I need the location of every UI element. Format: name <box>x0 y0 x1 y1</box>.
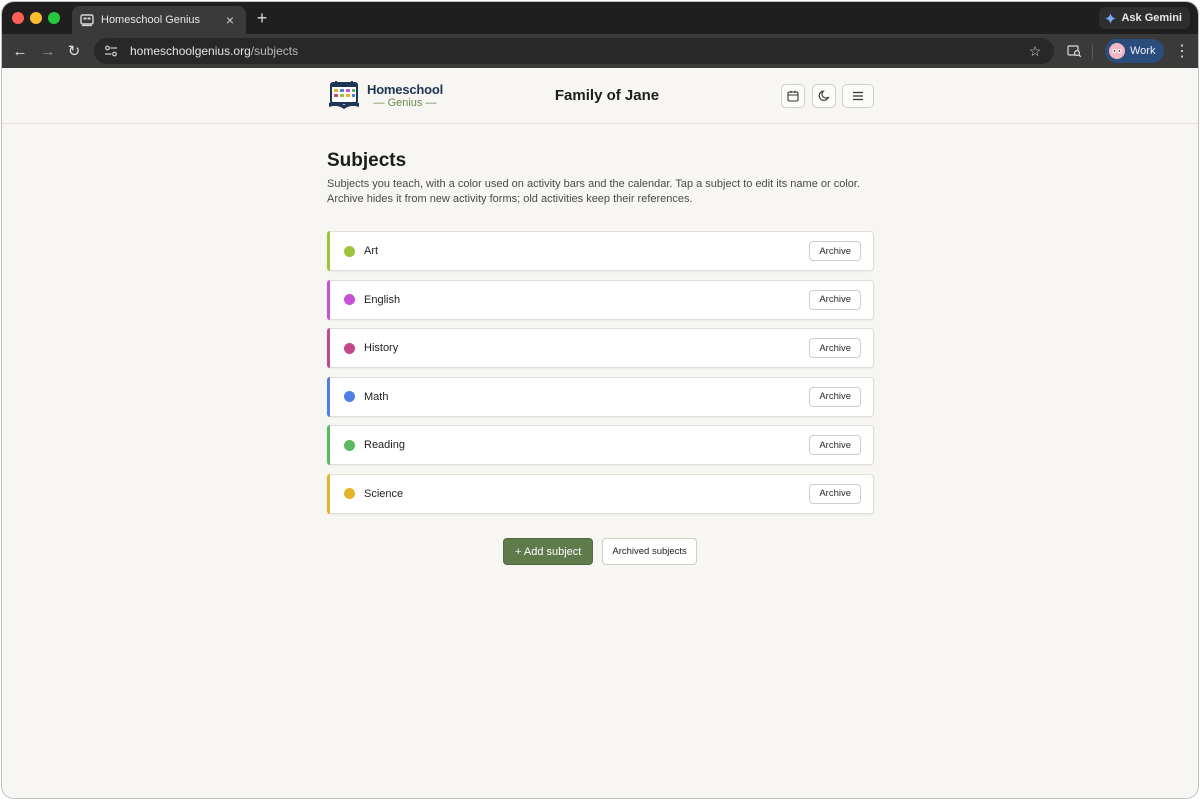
add-subject-button[interactable]: + Add subject <box>503 538 594 565</box>
browser-window: Homeschool Genius × + Ask Gemini ← → ↻ h… <box>2 2 1198 798</box>
page-description: Subjects you teach, with a color used on… <box>327 178 860 205</box>
subject-name: English <box>364 293 401 306</box>
subject-card-math[interactable]: Math Archive <box>327 376 874 417</box>
logo-homeschool: Homeschool <box>367 82 444 97</box>
subject-card-art[interactable]: Art Archive <box>327 231 874 271</box>
moon-icon <box>818 90 830 101</box>
archive-button[interactable]: Archive <box>809 289 861 310</box>
site-header: Homeschool — Genius — Family of Jane <box>2 68 1198 124</box>
subject-color-dot <box>344 439 355 451</box>
subject-name: Science <box>364 487 404 500</box>
archive-button[interactable]: Archive <box>809 338 861 359</box>
tab-title: Homeschool Genius <box>101 14 201 26</box>
subject-color-stripe <box>327 425 330 466</box>
subject-color-stripe <box>327 279 330 320</box>
subject-card-english[interactable]: English Archive <box>327 279 874 320</box>
tab-close-icon[interactable]: × <box>222 12 238 28</box>
back-button[interactable]: ← <box>10 41 30 61</box>
subject-color-dot <box>344 294 355 306</box>
family-title: Family of Jane <box>554 87 660 104</box>
archive-button[interactable]: Archive <box>809 241 861 261</box>
gemini-sparkle-icon <box>1105 12 1117 24</box>
reload-button[interactable]: ↻ <box>64 41 84 61</box>
subject-name: Reading <box>364 439 405 452</box>
subject-color-dot <box>344 342 355 354</box>
logo-genius: — Genius — <box>373 97 437 109</box>
dark-mode-toggle[interactable] <box>812 84 836 108</box>
subject-name: History <box>364 342 399 355</box>
subject-list: Art Archive English Archive History Arch… <box>327 231 874 523</box>
search-page-icon[interactable] <box>1064 41 1084 61</box>
archive-button[interactable]: Archive <box>809 435 861 456</box>
hamburger-menu-button[interactable] <box>842 84 874 108</box>
favicon-icon <box>80 13 94 27</box>
calendar-icon <box>787 90 799 102</box>
page-title: Subjects <box>327 150 407 171</box>
subject-color-dot <box>344 391 355 403</box>
maximize-window-button[interactable] <box>48 12 60 24</box>
forward-button[interactable]: → <box>38 41 58 61</box>
url-host: homeschoolgenius.org <box>130 44 251 58</box>
archived-subjects-button[interactable]: Archived subjects <box>602 538 697 565</box>
subject-color-stripe <box>327 473 330 514</box>
subject-color-stripe <box>327 328 330 369</box>
site-logo[interactable]: Homeschool — Genius — <box>327 81 443 111</box>
profile-label: Work <box>1130 45 1156 57</box>
hamburger-icon <box>853 91 863 101</box>
minimize-window-button[interactable] <box>30 12 42 24</box>
archive-button[interactable]: Archive <box>809 386 861 407</box>
close-window-button[interactable] <box>12 12 24 24</box>
subject-color-stripe <box>327 376 330 417</box>
subject-name: Art <box>364 245 379 257</box>
profile-button[interactable]: Work <box>1105 39 1165 63</box>
bookmark-star-icon[interactable]: ☆ <box>1026 43 1044 60</box>
browser-menu-icon[interactable]: ⋮ <box>1172 41 1192 61</box>
ask-gemini-label: Ask Gemini <box>1121 12 1182 24</box>
subject-color-stripe <box>327 231 330 271</box>
subject-card-reading[interactable]: Reading Archive <box>327 425 874 466</box>
tab-strip: Homeschool Genius × + Ask Gemini <box>2 2 1198 34</box>
address-bar[interactable]: homeschoolgenius.org/subjects ☆ <box>94 38 1054 64</box>
subject-color-dot <box>344 245 355 257</box>
url-text: homeschoolgenius.org/subjects <box>130 44 1026 58</box>
url-path: /subjects <box>250 44 299 58</box>
logo-calendar-book-icon <box>329 81 359 109</box>
subject-color-dot <box>344 488 355 500</box>
subject-name: Math <box>364 390 389 403</box>
archive-button[interactable]: Archive <box>809 483 861 504</box>
subject-actions: + Add subject Archived subjects <box>503 538 697 565</box>
profile-avatar-icon <box>1109 43 1125 59</box>
page-content: Homeschool — Genius — Family of Jane Sub… <box>2 68 1198 798</box>
browser-toolbar: ← → ↻ homeschoolgenius.org/subjects ☆ Wo… <box>2 34 1198 68</box>
toolbar-divider <box>1092 45 1093 59</box>
new-tab-button[interactable]: + <box>252 8 272 28</box>
site-info-icon[interactable] <box>104 45 120 57</box>
logo-text: Homeschool — Genius — <box>367 83 443 109</box>
calendar-button[interactable] <box>781 84 805 108</box>
subject-card-science[interactable]: Science Archive <box>327 473 874 514</box>
ask-gemini-button[interactable]: Ask Gemini <box>1099 7 1190 29</box>
browser-tab-active[interactable]: Homeschool Genius × <box>72 6 246 34</box>
subject-card-history[interactable]: History Archive <box>327 328 874 369</box>
